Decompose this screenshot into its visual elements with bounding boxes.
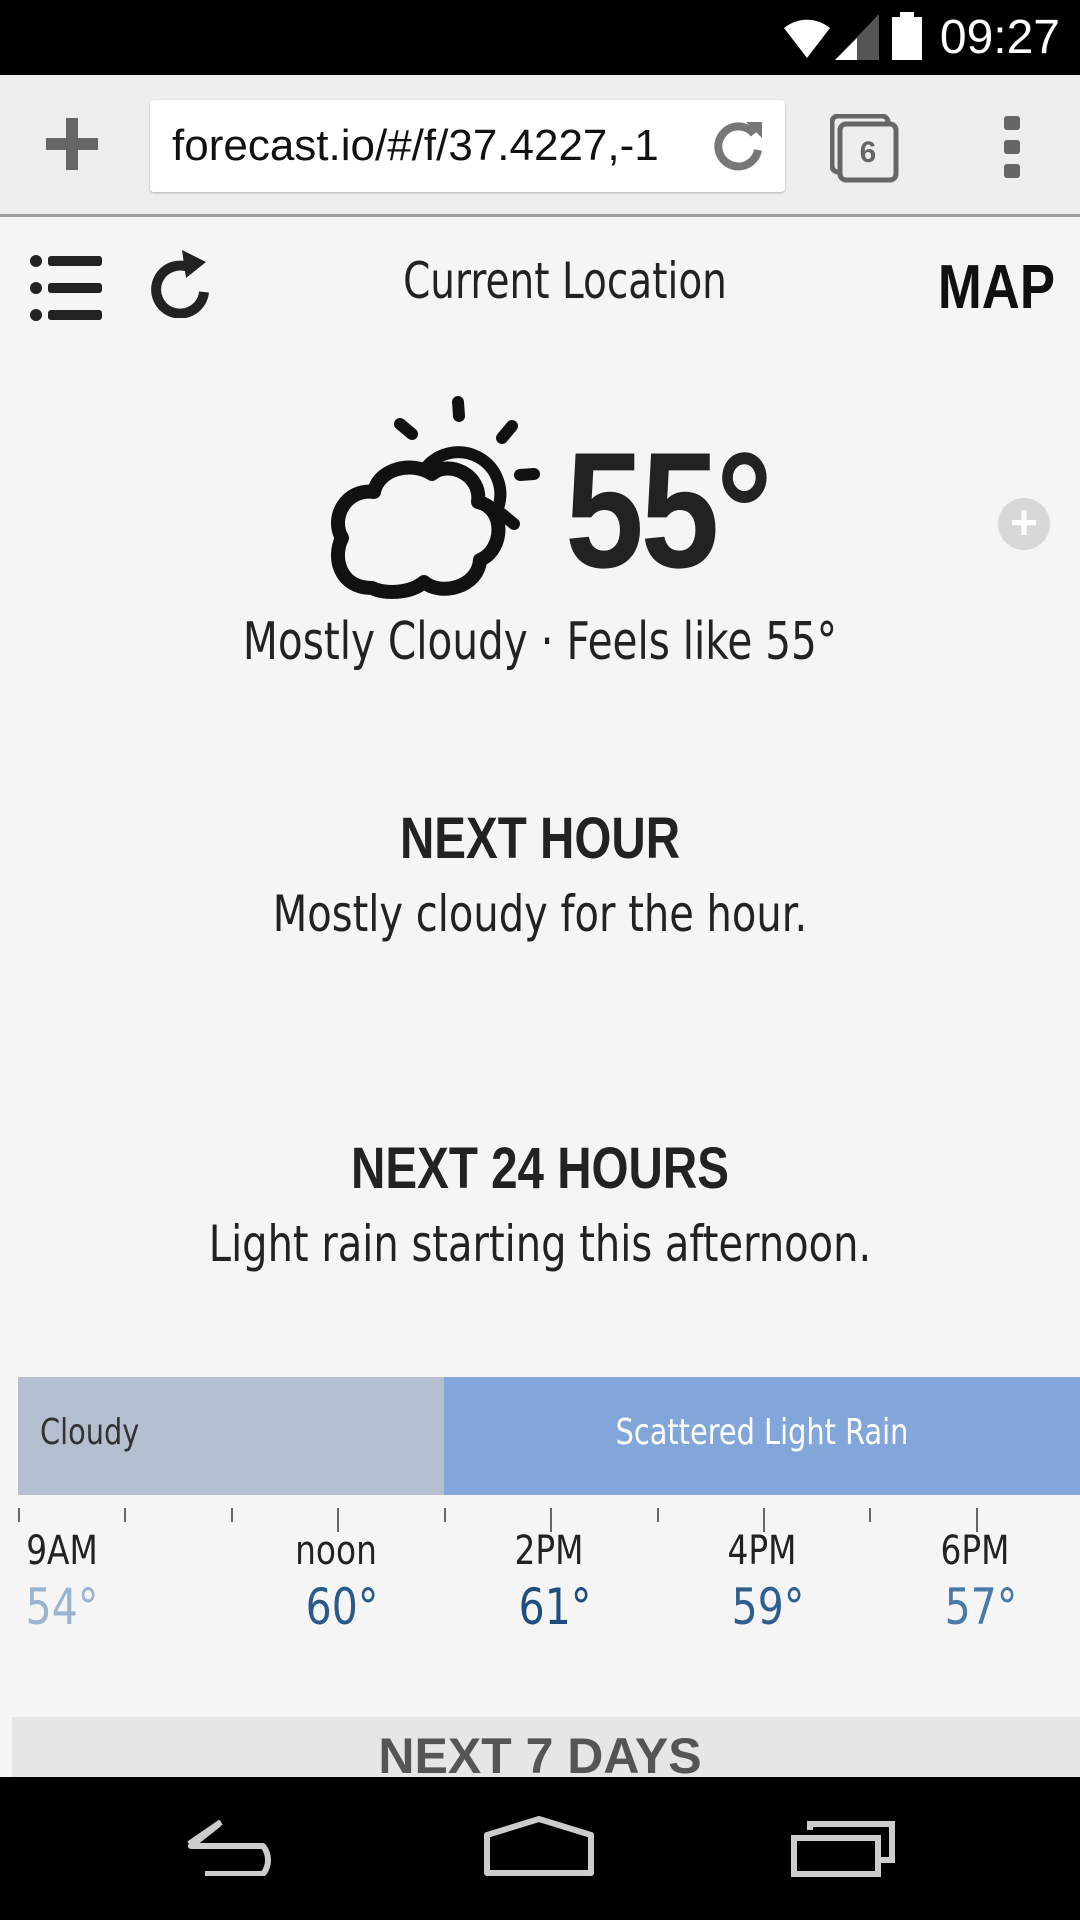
hour-temperature: 54° — [25, 1578, 99, 1636]
timeline-segment-label: Scattered Light Rain — [615, 1412, 909, 1453]
menu-list-icon[interactable] — [30, 255, 102, 326]
hour-label: 4PM — [727, 1528, 797, 1574]
next-7-days-section[interactable]: NEXT 7 DAYS — [12, 1717, 1080, 1777]
recents-icon — [791, 1821, 895, 1877]
current-summary: Mostly Cloudy · Feels like 55° — [242, 612, 838, 672]
timeline-tick — [18, 1508, 20, 1522]
timeline-tick — [231, 1508, 233, 1522]
signal-icon — [835, 14, 879, 65]
timeline-segment-rain[interactable]: Scattered Light Rain — [444, 1377, 1080, 1495]
recents-button[interactable] — [790, 1820, 896, 1883]
timeline-segment-label: Cloudy — [40, 1412, 140, 1453]
refresh-icon[interactable] — [150, 248, 212, 323]
next-hour-heading: NEXT HOUR — [399, 806, 681, 871]
map-button[interactable]: MAP — [936, 252, 1055, 323]
timeline-segment-cloudy[interactable]: Cloudy — [18, 1377, 444, 1495]
hour-label: 6PM — [940, 1528, 1010, 1574]
wifi-icon — [782, 12, 832, 65]
hour-label: 2PM — [514, 1528, 584, 1574]
back-icon — [187, 1819, 272, 1877]
hour-label: 9AM — [26, 1528, 98, 1574]
hour-temperature: 61° — [518, 1578, 592, 1636]
timeline-tick — [657, 1508, 659, 1522]
plus-icon: + — [1009, 497, 1039, 550]
add-location-button[interactable]: + — [998, 498, 1050, 550]
battery-icon — [892, 12, 922, 65]
tabs-button[interactable]: 6 — [829, 113, 900, 184]
next-24-hours-text: Light rain starting this afternoon. — [208, 1215, 872, 1273]
back-button[interactable] — [185, 1819, 289, 1881]
location-title[interactable]: Current Location — [382, 252, 749, 310]
new-tab-button[interactable] — [40, 112, 104, 176]
timeline-tick — [444, 1508, 446, 1522]
url-text[interactable]: forecast.io/#/f/37.4227,-1 — [172, 100, 692, 192]
hour-temperature: 59° — [731, 1578, 805, 1636]
next-hour-text: Mostly cloudy for the hour. — [272, 885, 808, 943]
url-bar[interactable]: forecast.io/#/f/37.4227,-1 — [150, 100, 785, 192]
home-button[interactable] — [483, 1815, 595, 1882]
next-7-days-heading: NEXT 7 DAYS — [378, 1728, 702, 1777]
hour-label: noon — [295, 1528, 377, 1574]
timeline-tick — [869, 1508, 871, 1522]
partly-cloudy-icon — [320, 390, 550, 610]
reload-icon[interactable] — [710, 118, 766, 179]
overflow-menu-button[interactable] — [992, 112, 1032, 182]
current-temperature: 55° — [565, 418, 773, 602]
status-time: 09:27 — [939, 11, 1060, 64]
timeline-tick — [124, 1508, 126, 1522]
overflow-menu-icon — [1004, 116, 1020, 178]
plus-icon — [46, 118, 98, 170]
tab-count: 6 — [859, 136, 877, 169]
hourly-timeline-bar[interactable]: Cloudy Scattered Light Rain — [18, 1377, 1080, 1495]
hour-temperature: 57° — [944, 1578, 1018, 1636]
hour-temperature: 60° — [305, 1578, 379, 1636]
home-icon — [484, 1816, 594, 1876]
next-24-hours-heading: NEXT 24 HOURS — [351, 1136, 729, 1201]
